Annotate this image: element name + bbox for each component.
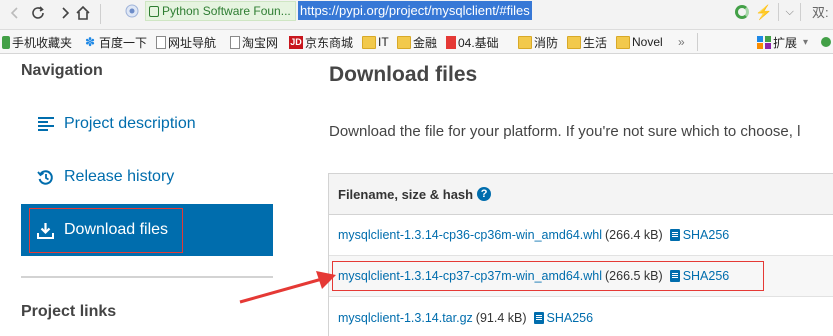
table-header-label: Filename, size & hash <box>338 186 474 202</box>
project-links-heading: Project links <box>21 303 117 320</box>
bookmark-badge-icon <box>446 35 456 49</box>
history-icon <box>37 169 54 186</box>
bookmark-folder-fire[interactable]: 消防 <box>518 33 558 51</box>
page-icon <box>230 35 240 49</box>
page-title: Download files <box>329 63 478 86</box>
page-icon <box>156 35 166 49</box>
toolbar-right-text: 双: <box>812 5 829 20</box>
bookmarks-separator <box>697 33 698 51</box>
bookmark-mobile-favorites[interactable]: 手机收藏夹 <box>2 33 72 51</box>
bookmark-basics[interactable]: 04.基础 <box>446 33 499 51</box>
bookmark-taobao[interactable]: 淘宝网 <box>230 33 278 51</box>
bookmark-folder-it[interactable]: IT <box>362 33 389 51</box>
bookmark-folder-finance[interactable]: 金融 <box>397 33 437 51</box>
jd-logo-icon: JD <box>289 35 303 49</box>
green-status-icon[interactable] <box>821 33 831 51</box>
folder-icon <box>567 35 581 49</box>
phone-icon <box>2 35 10 49</box>
document-icon <box>533 311 544 324</box>
toolbar-right-tools: ⚡ ⌵ <box>735 0 801 24</box>
table-row: mysqlclient-1.3.14-cp36-cp36m-win_amd64.… <box>329 215 833 256</box>
document-icon <box>669 229 680 241</box>
apps-grid-icon <box>757 35 771 49</box>
extensions-button[interactable]: 扩展 ▾ <box>757 33 808 51</box>
bookmark-jd[interactable]: JD 京东商城 <box>289 33 353 51</box>
sidebar-item-label: Project description <box>64 115 196 132</box>
folder-icon <box>397 35 411 49</box>
folder-icon <box>518 35 532 49</box>
site-name: Python Software Foun... <box>162 4 291 18</box>
browser-toolbar: Python Software Foun... https://pypi.org… <box>0 0 833 30</box>
lightning-icon[interactable]: ⚡ <box>755 4 772 21</box>
bookmarks-bar: 手机收藏夹 ✽ 百度一下 网址导航 淘宝网 JD 京东商城 IT 金融 04.基… <box>0 30 833 54</box>
chevron-down-icon[interactable]: ⌵ <box>785 6 793 19</box>
site-identity-chip[interactable]: Python Software Foun... <box>145 1 296 21</box>
files-table: Filename, size & hash ? mysqlclient-1.3.… <box>328 173 833 336</box>
toolbar-separator <box>778 3 780 21</box>
table-header: Filename, size & hash ? <box>329 173 833 215</box>
sidebar-item-project-description[interactable]: Project description <box>21 98 273 150</box>
file-download-link[interactable]: mysqlclient-1.3.14.tar.gz <box>338 311 473 325</box>
bookmark-baidu[interactable]: ✽ 百度一下 <box>83 33 147 51</box>
reload-icon[interactable] <box>27 2 49 24</box>
sidebar-heading: Navigation <box>21 62 103 79</box>
address-bar-url[interactable]: https://pypi.org/project/mysqlclient/#fi… <box>298 1 532 20</box>
intro-text: Download the file for your platform. If … <box>329 123 801 140</box>
chevron-down-icon: ▾ <box>803 36 809 48</box>
annotation-highlight-box <box>332 261 764 291</box>
file-download-link[interactable]: mysqlclient-1.3.14-cp36-cp36m-win_amd64.… <box>338 228 602 242</box>
folder-icon <box>362 35 376 49</box>
hash-link[interactable]: SHA256 <box>533 311 593 325</box>
home-icon[interactable] <box>72 2 94 24</box>
secure-lock-icon <box>149 5 159 17</box>
file-size: (266.4 kB) <box>605 228 663 242</box>
sidebar-divider <box>21 276 273 278</box>
sidebar-item-release-history[interactable]: Release history <box>21 151 273 203</box>
help-icon[interactable]: ? <box>477 187 492 201</box>
table-row: mysqlclient-1.3.14.tar.gz (91.4 kB) SHA2… <box>329 297 833 336</box>
bookmarks-overflow-button[interactable]: » <box>678 33 685 51</box>
sidebar-item-label: Release history <box>64 168 175 185</box>
bookmark-folder-life[interactable]: 生活 <box>567 33 607 51</box>
align-left-icon <box>37 116 54 133</box>
page-info-icon[interactable] <box>124 3 140 19</box>
file-size: (91.4 kB) <box>475 310 527 325</box>
baidu-paw-icon: ✽ <box>84 34 96 49</box>
toolbar-separator <box>799 3 801 21</box>
bookmark-folder-novel[interactable]: Novel <box>616 33 663 51</box>
hash-link[interactable]: SHA256 <box>669 228 729 242</box>
annotation-highlight-box <box>29 208 183 253</box>
back-icon[interactable] <box>4 2 26 24</box>
folder-icon <box>616 35 630 49</box>
bookmark-web-directory[interactable]: 网址导航 <box>156 33 216 51</box>
refresh-spinner-icon[interactable] <box>735 5 749 19</box>
toolbar-separator <box>100 4 101 24</box>
